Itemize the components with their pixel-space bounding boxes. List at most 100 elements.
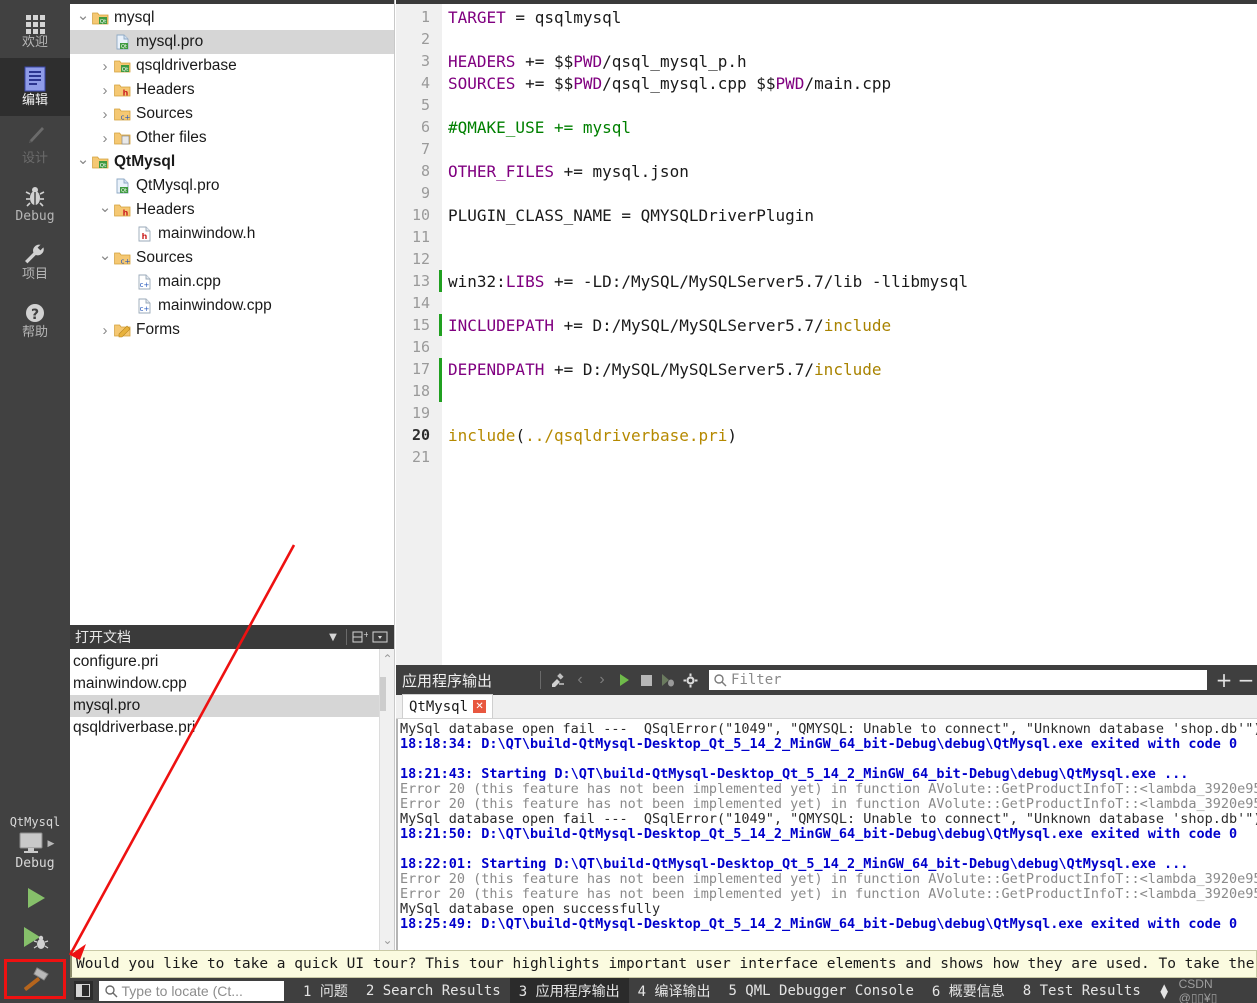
output-console[interactable]: MySql database open fail --- QSqlError("… — [396, 719, 1257, 950]
editor-line[interactable]: 6 #QMAKE_USE += mysql — [396, 116, 1257, 138]
stop-icon[interactable] — [635, 669, 657, 691]
output-tab-qtmysql[interactable]: QtMysql ✕ — [402, 694, 494, 718]
svg-text:Qt: Qt — [121, 188, 127, 194]
editor-line[interactable]: 17 DEPENDPATH += D:/MySQL/MySQLServer5.7/… — [396, 358, 1257, 380]
clear-output-icon[interactable] — [547, 669, 569, 691]
tree-item-mainwindow-cpp[interactable]: c+ mainwindow.cpp — [70, 294, 394, 318]
open-documents-list[interactable]: configure.pri mainwindow.cpp mysql.pro qsql… — [70, 649, 394, 950]
project-tree[interactable]: Qt mysql Qt mysql.pro Qt qsqldriverbase h Heade… — [70, 0, 395, 625]
status-bar-item-7[interactable]: 8 Test Results — [1014, 978, 1150, 1003]
build-button[interactable] — [4, 959, 66, 999]
run-icon[interactable] — [613, 669, 635, 691]
next-item-icon[interactable]: › — [591, 669, 613, 691]
debug-icon[interactable] — [657, 669, 679, 691]
open-documents-scrollbar[interactable]: ⌃ ⌄ — [379, 649, 394, 950]
chevron-right-icon[interactable] — [98, 106, 112, 123]
qt-project-folder-icon: Qt — [112, 59, 132, 74]
up-down-arrows-icon[interactable]: ▲ ▼ — [1150, 981, 1179, 1001]
tree-item-main-cpp[interactable]: c+ main.cpp — [70, 270, 394, 294]
dropdown-box-icon[interactable] — [370, 627, 390, 647]
add-output-button[interactable]: + — [1213, 668, 1235, 692]
open-document-item[interactable]: configure.pri — [70, 651, 394, 673]
tree-item-qtmysql[interactable]: Qt QtMysql — [70, 150, 394, 174]
chevron-right-icon[interactable] — [98, 82, 112, 99]
mode-item-help[interactable]: ? 帮助 — [0, 290, 70, 348]
mode-item-edit[interactable]: 编辑 — [0, 58, 70, 116]
editor-line[interactable]: 14 — [396, 292, 1257, 314]
close-icon[interactable]: ✕ — [473, 700, 487, 713]
editor-line[interactable]: 5 — [396, 94, 1257, 116]
tree-item-other-files[interactable]: Other files — [70, 126, 394, 150]
settings-icon[interactable] — [679, 669, 701, 691]
scrollbar-thumb[interactable] — [380, 677, 386, 711]
editor-line[interactable]: 4 SOURCES += $$PWD/qsql_mysql.cpp $$PWD/m… — [396, 72, 1257, 94]
chevron-down-icon[interactable] — [98, 249, 112, 267]
editor-line[interactable]: 19 — [396, 402, 1257, 424]
status-bar-item-2[interactable]: 2 Search Results — [357, 978, 510, 1003]
scroll-down-arrow-icon[interactable]: ⌄ — [380, 932, 395, 948]
prev-item-icon[interactable]: ‹ — [569, 669, 591, 691]
open-document-item[interactable]: mainwindow.cpp — [70, 673, 394, 695]
run-button[interactable] — [0, 877, 70, 919]
chevron-down-icon[interactable] — [76, 9, 90, 27]
mode-item-welcome[interactable]: 欢迎 — [0, 0, 70, 58]
tree-item-mysql[interactable]: Qt mysql — [70, 6, 394, 30]
editor-line[interactable]: 8 OTHER_FILES += mysql.json — [396, 160, 1257, 182]
tree-item-qsqldriverbase[interactable]: Qt qsqldriverbase — [70, 54, 394, 78]
tree-item-headers[interactable]: h Headers — [70, 78, 394, 102]
chevron-right-icon[interactable] — [98, 58, 112, 75]
chevron-down-icon[interactable] — [98, 201, 112, 219]
open-document-item[interactable]: mysql.pro — [70, 695, 394, 717]
editor-line[interactable]: 7 — [396, 138, 1257, 160]
editor-lines[interactable]: 1 TARGET = qsqlmysql 2 3 HEADERS += $$PWD/qs… — [396, 6, 1257, 468]
tree-item-forms[interactable]: Forms — [70, 318, 394, 342]
kit-expand-arrow-icon[interactable]: ▶ — [48, 838, 55, 849]
chevron-right-icon[interactable] — [98, 130, 112, 147]
chevron-down-icon[interactable] — [76, 153, 90, 171]
editor-line[interactable]: 13 win32:LIBS += -LD:/MySQL/MySQLServer5.… — [396, 270, 1257, 292]
tree-item-mysql-pro[interactable]: Qt mysql.pro — [70, 30, 394, 54]
mode-item-debug[interactable]: Debug — [0, 174, 70, 232]
editor-line[interactable]: 21 — [396, 446, 1257, 468]
line-number: 17 — [411, 360, 430, 378]
toggle-sidebar-icon[interactable] — [74, 981, 93, 1000]
status-bar-item-5[interactable]: 5 QML Debugger Console — [719, 978, 922, 1003]
output-filter-box[interactable] — [709, 670, 1207, 690]
kit-target-row[interactable]: ▶ — [16, 831, 55, 855]
code-editor[interactable]: 1 TARGET = qsqlmysql 2 3 HEADERS += $$PWD/qs… — [396, 0, 1257, 665]
status-bar-item-4[interactable]: 4 编译输出 — [629, 978, 720, 1003]
tree-item-headers[interactable]: h Headers — [70, 198, 394, 222]
mode-item-projects[interactable]: 项目 — [0, 232, 70, 290]
editor-line[interactable]: 9 — [396, 182, 1257, 204]
editor-line[interactable]: 3 HEADERS += $$PWD/qsql_mysql_p.h — [396, 50, 1257, 72]
editor-line[interactable]: 12 — [396, 248, 1257, 270]
editor-line[interactable]: 18 — [396, 380, 1257, 402]
ui-tour-banner[interactable]: Would you like to take a quick UI tour? … — [70, 950, 1257, 978]
scroll-up-arrow-icon[interactable]: ⌃ — [380, 651, 395, 667]
editor-line[interactable]: 11 — [396, 226, 1257, 248]
split-icon[interactable]: + — [350, 627, 370, 647]
tree-item-sources[interactable]: c+ Sources — [70, 246, 394, 270]
kit-selector[interactable]: QtMysql ▶ Debug — [0, 815, 70, 1003]
tree-item-sources[interactable]: c+ Sources — [70, 102, 394, 126]
tree-item-mainwindow-h[interactable]: h mainwindow.h — [70, 222, 394, 246]
open-document-item[interactable]: qsqldriverbase.pri — [70, 717, 394, 739]
editor-line[interactable]: 10 PLUGIN_CLASS_NAME = QMYSQLDriverPlugin — [396, 204, 1257, 226]
debug-button[interactable] — [0, 919, 70, 957]
mode-item-design[interactable]: 设计 — [0, 116, 70, 174]
editor-line[interactable]: 16 — [396, 336, 1257, 358]
status-bar-item-1[interactable]: 1 问题 — [294, 978, 357, 1003]
status-bar-item-3[interactable]: 3 应用程序输出 — [509, 978, 629, 1003]
output-filter-input[interactable] — [731, 672, 1207, 688]
code-token: PLUGIN_CLASS_NAME = QMYSQLDriverPlugin — [448, 205, 815, 225]
editor-line[interactable]: 2 — [396, 28, 1257, 50]
editor-line[interactable]: 1 TARGET = qsqlmysql — [396, 6, 1257, 28]
status-bar-item-6[interactable]: 6 概要信息 — [923, 978, 1014, 1003]
tree-item-qtmysql-pro[interactable]: Qt QtMysql.pro — [70, 174, 394, 198]
editor-line[interactable]: 20 include(../qsqldriverbase.pri) — [396, 424, 1257, 446]
remove-output-button[interactable]: − — [1235, 668, 1257, 692]
chevron-right-icon[interactable] — [98, 322, 112, 339]
locator-box[interactable]: Type to locate (Ct... — [98, 980, 285, 1001]
editor-line[interactable]: 15 INCLUDEPATH += D:/MySQL/MySQLServer5.7… — [396, 314, 1257, 336]
chevron-down-icon[interactable]: ▼ — [323, 627, 343, 647]
